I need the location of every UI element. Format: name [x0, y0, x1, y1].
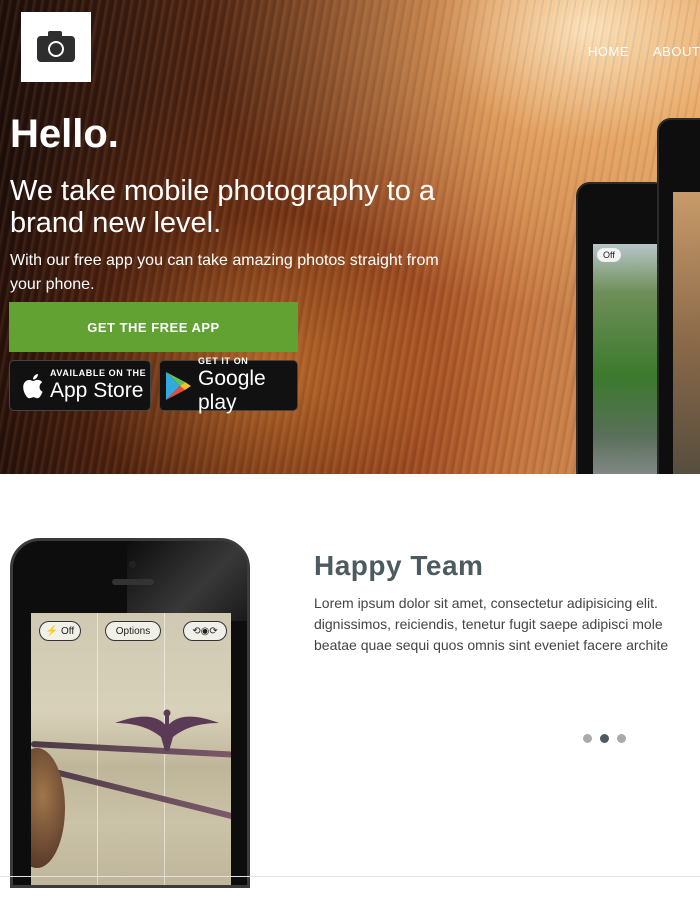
hero-phone-back [657, 118, 700, 474]
hero-section: HOME ABOUT Hello. We take mobile photogr… [0, 0, 700, 474]
phone-speaker [112, 579, 154, 585]
slider-dot-2[interactable] [600, 734, 609, 743]
phone-screen: ⚡ Off Options ⟲◉⟳ [31, 613, 231, 885]
google-play-big-text: Google play [198, 367, 266, 414]
nav-home[interactable]: HOME [588, 44, 629, 59]
slider-dot-1[interactable] [583, 734, 592, 743]
google-play-small-text: GET IT ON [198, 356, 249, 366]
phone-flash-pill: Off [597, 248, 621, 262]
app-store-big-text: App Store [50, 379, 144, 402]
get-free-app-button[interactable]: GET THE FREE APP [9, 302, 298, 352]
feature-title: Happy Team [314, 550, 484, 581]
google-play-icon [164, 371, 192, 401]
camera-icon [37, 31, 75, 62]
nav-about[interactable]: ABOUT [653, 44, 700, 59]
top-nav: HOME ABOUT [588, 44, 700, 59]
hero-title: Hello. [10, 112, 119, 156]
section-divider [0, 876, 700, 877]
app-store-small-text: AVAILABLE ON THE [50, 368, 147, 378]
phone-camera [129, 561, 136, 568]
logo[interactable] [21, 12, 91, 82]
flash-toggle[interactable]: ⚡ Off [39, 621, 81, 641]
hero-subtitle: We take mobile photography to a brand ne… [10, 175, 436, 239]
hero-lead: With our free app you can take amazing p… [10, 252, 439, 293]
slider-dot-3[interactable] [617, 734, 626, 743]
feature-text: Lorem ipsum dolor sit amet, consectetur … [314, 595, 669, 653]
options-button[interactable]: Options [105, 621, 161, 641]
apple-icon [20, 372, 44, 400]
hero-phone-front: Off [576, 182, 668, 474]
bird-image [115, 709, 219, 751]
switch-camera-icon[interactable]: ⟲◉⟳ [183, 621, 227, 641]
slider-dots [583, 734, 626, 743]
app-store-badge[interactable]: AVAILABLE ON THE App Store [9, 360, 151, 411]
google-play-badge[interactable]: GET IT ON Google play [159, 356, 298, 414]
feature-phone: ⚡ Off Options ⟲◉⟳ [10, 538, 250, 888]
